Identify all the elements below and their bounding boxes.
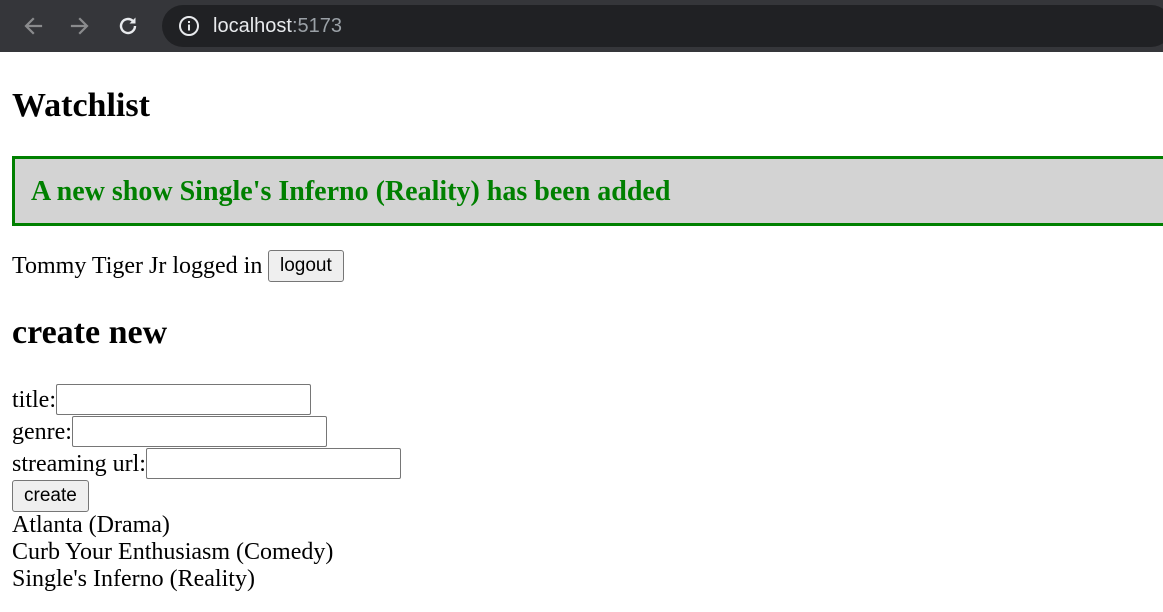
- create-heading: create new: [12, 314, 168, 351]
- list-item: Curb Your Enthusiasm (Comedy): [12, 539, 334, 565]
- show-list: Atlanta (Drama) Curb Your Enthusiasm (Co…: [12, 512, 333, 593]
- address-bar[interactable]: localhost:5173: [162, 5, 1163, 47]
- title-input[interactable]: [56, 384, 311, 415]
- url-port: :5173: [291, 15, 342, 37]
- logout-button[interactable]: logout: [268, 250, 344, 282]
- login-status: Tommy Tiger Jr logged in logout: [12, 250, 344, 282]
- back-button[interactable]: [16, 9, 50, 43]
- list-item: Single's Inferno (Reality): [12, 566, 255, 592]
- genre-row: genre:: [12, 416, 327, 448]
- genre-label: genre:: [12, 419, 72, 445]
- title-label: title:: [12, 387, 56, 413]
- back-arrow-icon: [24, 17, 43, 35]
- streaming-url-label: streaming url:: [12, 451, 146, 477]
- create-button[interactable]: create: [12, 480, 89, 512]
- forward-arrow-icon: [70, 17, 89, 35]
- notification-banner: A new show Single's Inferno (Reality) ha…: [12, 156, 1163, 226]
- info-icon[interactable]: [178, 15, 200, 37]
- reload-icon: [119, 17, 137, 35]
- browser-toolbar: localhost:5173: [0, 0, 1163, 52]
- list-item: Atlanta (Drama): [12, 512, 170, 538]
- url-text[interactable]: localhost:5173: [213, 14, 342, 38]
- logged-in-text: Tommy Tiger Jr logged in: [12, 253, 263, 279]
- notification-message: A new show Single's Inferno (Reality) ha…: [31, 176, 671, 207]
- url-row: streaming url:: [12, 448, 401, 480]
- reload-button[interactable]: [111, 9, 145, 43]
- forward-button[interactable]: [63, 9, 97, 43]
- url-host: localhost: [213, 15, 292, 37]
- page-title: Watchlist: [12, 87, 150, 124]
- title-row: title:: [12, 384, 311, 416]
- genre-input[interactable]: [72, 416, 327, 447]
- streaming-url-input[interactable]: [146, 448, 401, 479]
